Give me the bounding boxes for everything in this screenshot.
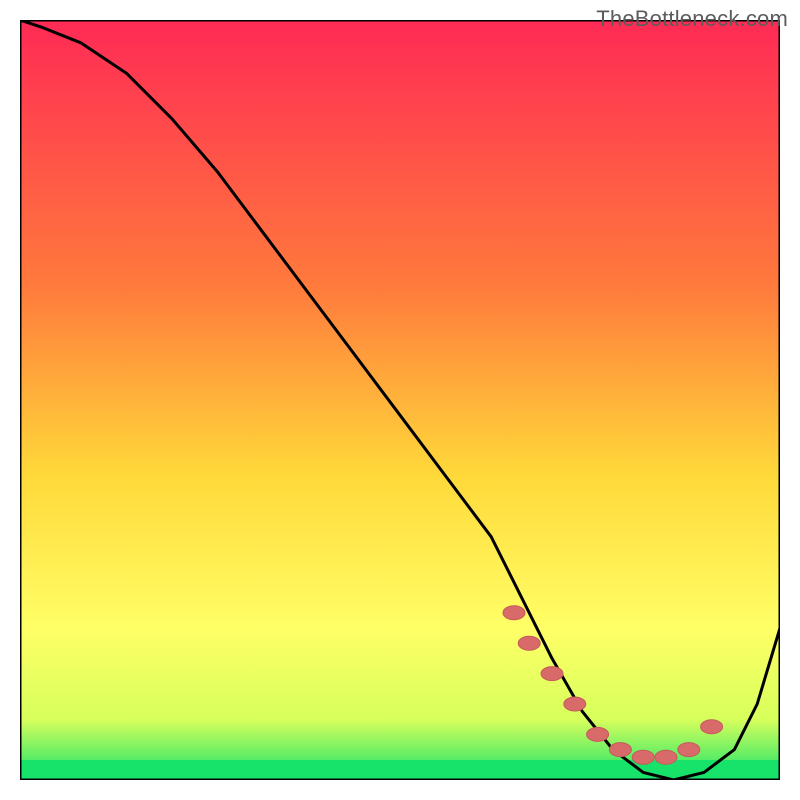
chart-svg [20, 20, 780, 780]
marker-dot [518, 636, 540, 650]
gradient-background [20, 20, 780, 780]
marker-dot [632, 750, 654, 764]
marker-dot [701, 720, 723, 734]
marker-dot [609, 743, 631, 757]
marker-dot [503, 606, 525, 620]
marker-dot [655, 750, 677, 764]
marker-dot [678, 743, 700, 757]
marker-dot [587, 727, 609, 741]
marker-dot [564, 697, 586, 711]
chart-container: TheBottleneck.com [0, 0, 800, 800]
marker-dot [541, 667, 563, 681]
watermark-text: TheBottleneck.com [596, 6, 788, 32]
plot-area [20, 20, 780, 780]
